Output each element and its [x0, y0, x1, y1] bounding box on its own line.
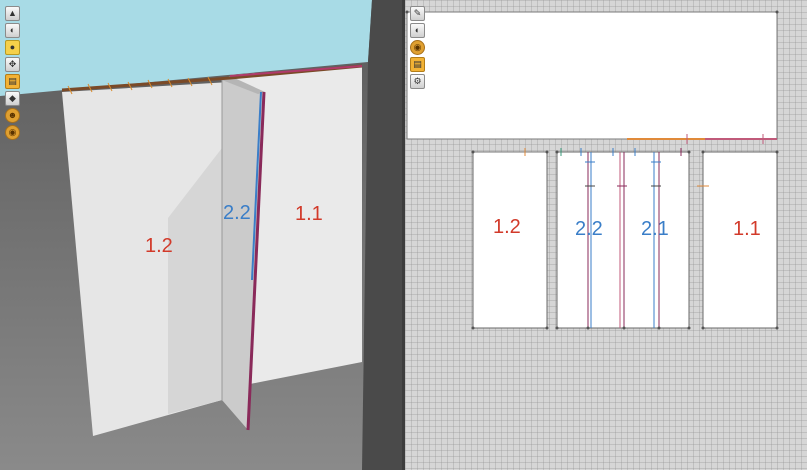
layout-panel-group-2[interactable]: [556, 151, 690, 329]
layout-label-2-1: 2.1: [641, 218, 669, 240]
pencil-icon[interactable]: ✎: [410, 6, 425, 21]
shape-icon[interactable]: ◆: [5, 91, 20, 106]
layout-label-2-2: 2.2: [575, 218, 603, 240]
left-toolbar: ▲ ◐ ● ✥ ▤ ◆ ☻ ◉: [5, 6, 20, 140]
camera-orbit-icon[interactable]: ◐: [410, 23, 425, 38]
top-sheet[interactable]: [406, 11, 778, 140]
camera-pan-icon[interactable]: ✥: [5, 57, 20, 72]
3d-viewport[interactable]: 1.2 2.2 1.1 ▲ ◐ ● ✥ ▤ ◆ ☻ ◉: [0, 0, 402, 470]
layout-label-1-2: 1.2: [493, 216, 521, 238]
layout-canvas[interactable]: 1.2 2.2 2.1 1.1: [405, 0, 807, 470]
eye-icon[interactable]: ◉: [410, 40, 425, 55]
note-icon[interactable]: ▤: [5, 74, 20, 89]
label-1-2: 1.2: [145, 235, 173, 257]
person-icon[interactable]: ☻: [5, 108, 20, 123]
settings-icon[interactable]: ⚙: [410, 74, 425, 89]
note-icon[interactable]: ▤: [410, 57, 425, 72]
2d-layout-viewport[interactable]: 1.2 2.2 2.1 1.1 ✎ ◐ ◉ ▤ ⚙: [405, 0, 807, 470]
3d-scene[interactable]: 1.2 2.2 1.1: [0, 0, 402, 470]
label-1-1: 1.1: [295, 203, 323, 225]
globe-icon[interactable]: ◉: [5, 125, 20, 140]
camera-orbit-icon[interactable]: ◐: [5, 23, 20, 38]
layout-label-1-1: 1.1: [733, 218, 761, 240]
right-toolbar: ✎ ◐ ◉ ▤ ⚙: [410, 6, 425, 89]
mountain-view-icon[interactable]: ▲: [5, 6, 20, 21]
layout-panel-1-1[interactable]: [702, 151, 778, 329]
dark-wall: [362, 0, 402, 470]
layout-panel-1-2[interactable]: [472, 151, 548, 329]
label-2-2: 2.2: [223, 202, 251, 224]
camera-zoom-icon[interactable]: ●: [5, 40, 20, 55]
